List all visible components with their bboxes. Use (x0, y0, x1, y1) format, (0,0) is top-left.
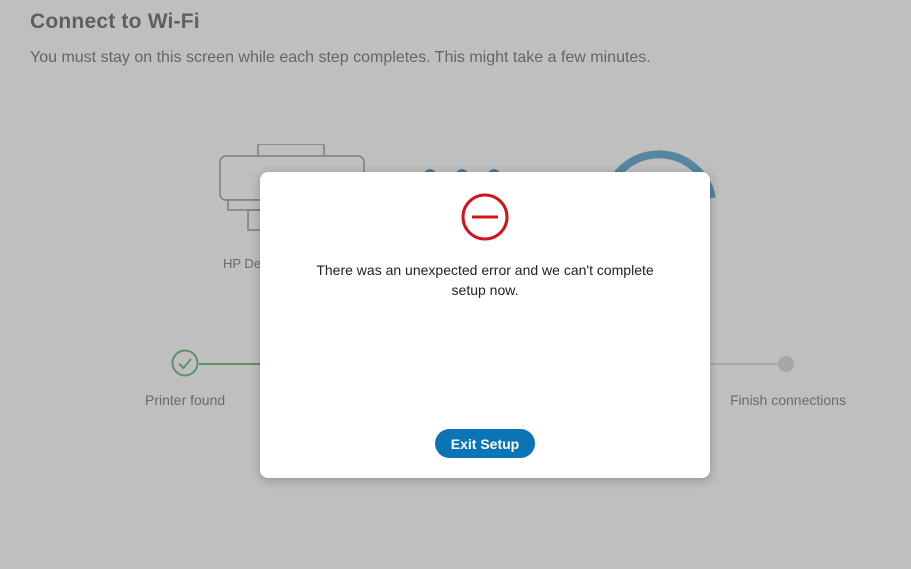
connect-wifi-page: Connect to Wi-Fi You must stay on this s… (0, 0, 911, 569)
exit-setup-button[interactable]: Exit Setup (435, 429, 535, 458)
error-message: There was an unexpected error and we can… (316, 262, 654, 298)
error-dialog: There was an unexpected error and we can… (260, 172, 710, 478)
error-no-entry-icon (461, 193, 509, 241)
